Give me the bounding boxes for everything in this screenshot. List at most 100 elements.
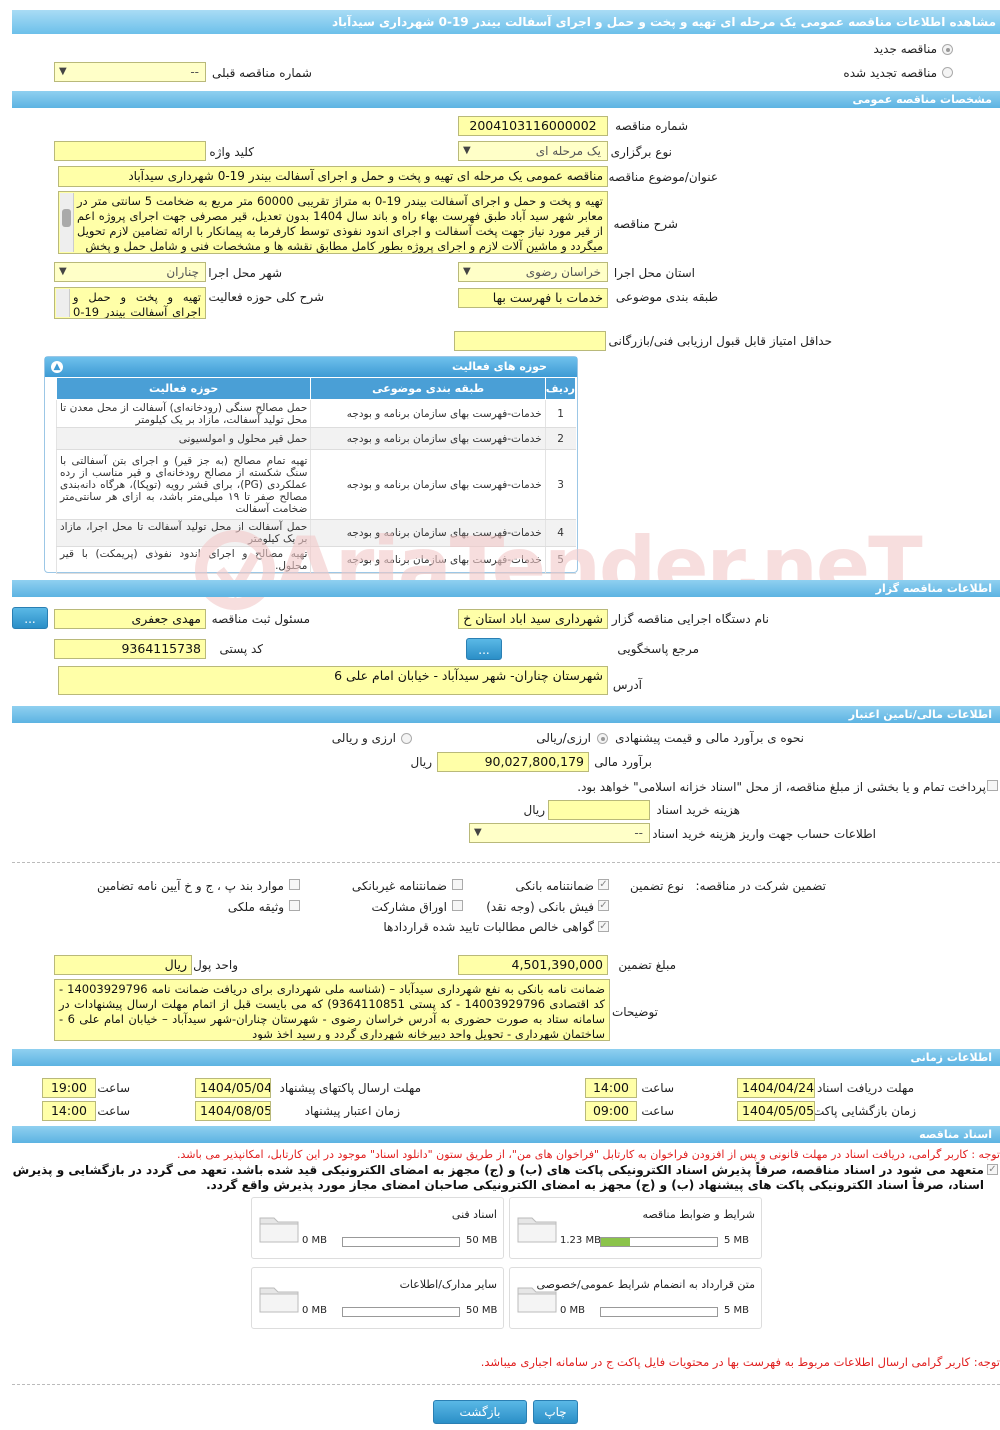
document-slot[interactable]: شرایط و ضوابط مناقصه 1.23 MB 5 MB	[509, 1197, 762, 1259]
currency-both-radio[interactable]	[401, 733, 412, 744]
row-activity-cell: تهیه تمام مصالح (به جز قیر) و اجرای بتن …	[55, 449, 311, 520]
chevron-down-icon: ▼	[59, 266, 67, 277]
col-category-header: طبقه بندی موضوعی	[310, 377, 546, 400]
chevron-down-icon: ▼	[59, 66, 67, 77]
responsible-label: مسئول ثبت مناقصه	[211, 612, 310, 626]
address-field[interactable]: شهرستان چناران- شهر سیدآباد - خیابان اما…	[58, 666, 608, 695]
account-info-value: --	[634, 826, 643, 840]
guarantee-opt-5-label: وثیقه ملکی	[227, 900, 284, 914]
document-slot[interactable]: اسناد فنی 0 MB 50 MB	[251, 1197, 504, 1259]
submit-deadline-date[interactable]: 1404/05/04	[195, 1078, 271, 1098]
city-select[interactable]: چناران ▼	[54, 262, 206, 282]
holding-type-label: نوع برگزاری	[610, 145, 672, 159]
min-score-field[interactable]	[454, 331, 606, 351]
currency-unit-field[interactable]: ریال	[54, 955, 192, 975]
province-select[interactable]: خراسان رضوی ▼	[458, 262, 608, 282]
folder-icon[interactable]	[516, 1282, 558, 1314]
description-text: تهیه و پخت و حمل و اجرای آسفالت بیندر 19…	[77, 194, 603, 253]
folder-icon[interactable]	[258, 1212, 300, 1244]
doc-receive-deadline-label: مهلت دریافت اسناد	[816, 1081, 914, 1095]
upload-progress-fill	[601, 1238, 630, 1246]
guarantee-opt-2-checkbox[interactable]	[289, 879, 300, 890]
price-list-note: توجه: کاربر گرامی ارسال اطلاعات مربوط به…	[480, 1355, 1000, 1369]
opening-date[interactable]: 1404/05/05	[737, 1101, 815, 1121]
currency-both-label: ارزی و ریالی	[331, 731, 396, 745]
table-row: 3 خدمات-فهرست بهای سازمان برنامه و بودجه ت…	[55, 449, 576, 520]
postal-code-label: کد پستی	[219, 642, 264, 656]
upload-progress-bar	[600, 1237, 718, 1247]
city-value: چناران	[166, 265, 199, 279]
keyword-field[interactable]	[54, 141, 206, 161]
print-button[interactable]: چاپ	[533, 1400, 578, 1424]
folder-icon[interactable]	[258, 1282, 300, 1314]
validity-time-label: ساعت	[97, 1104, 130, 1118]
org-name-field[interactable]: شهرداری سید اباد استان خ	[458, 609, 608, 629]
guarantee-opt-5-checkbox[interactable]	[289, 900, 300, 911]
budget-field[interactable]: 90,027,800,179	[437, 752, 589, 772]
validity-time[interactable]: 14:00	[42, 1101, 96, 1121]
doc-fee-field[interactable]	[548, 800, 650, 820]
document-slot[interactable]: سایر مدارک/اطلاعات 0 MB 50 MB	[251, 1267, 504, 1329]
row-activity-cell: حمل مصالح سنگی (رودخانه‌ای) آسفالت از مح…	[55, 399, 311, 428]
description-label: شرح مناقصه	[613, 217, 678, 231]
guarantee-amount-field[interactable]: 4,501,390,000	[458, 955, 608, 975]
islamic-treasury-checkbox[interactable]	[987, 780, 998, 791]
activity-desc-textarea[interactable]: تهیه و پخت و حمل و اجرای آسفالت بیندر 19…	[54, 287, 206, 319]
new-tender-radio[interactable]	[942, 44, 953, 55]
currency-rial-label: ارزی/ریالی	[536, 731, 591, 745]
reference-lookup-button[interactable]: ...	[466, 638, 502, 660]
guarantee-opt-0-checkbox[interactable]: ✓	[598, 879, 609, 890]
guarantee-opt-4-checkbox[interactable]	[452, 900, 463, 911]
estimate-method-label: نحوه ی برآورد مالی و قیمت پیشنهادی	[615, 731, 804, 745]
responsible-lookup-button[interactable]: ...	[12, 607, 48, 629]
row-activity-cell: حمل قیر محلول و امولسیونی	[55, 427, 311, 450]
row-category-cell: خدمات-فهرست بهای سازمان برنامه و بودجه	[310, 449, 546, 520]
currency-rial-radio[interactable]	[597, 733, 608, 744]
scrollbar[interactable]	[56, 289, 70, 317]
address-label: آدرس	[612, 678, 642, 692]
province-value: خراسان رضوی	[525, 265, 601, 279]
account-info-select[interactable]: -- ▼	[469, 823, 650, 843]
budget-unit: ریال	[410, 755, 432, 769]
city-label: شهر محل اجرا	[208, 266, 282, 280]
doc-receive-date[interactable]: 1404/04/24	[737, 1078, 815, 1098]
min-score-label: حداقل امتیاز قابل قبول ارزیابی فنی/بازرگ…	[608, 334, 832, 348]
guarantee-opt-6-checkbox[interactable]: ✓	[598, 921, 609, 932]
documents-section-header: اسناد مناقصه	[12, 1126, 1000, 1143]
islamic-treasury-label: پرداخت تمام و یا بخشی از مبلغ مناقصه، از…	[577, 780, 986, 794]
guarantee-opt-3-checkbox[interactable]: ✓	[598, 900, 609, 911]
folder-icon[interactable]	[516, 1212, 558, 1244]
holding-type-select[interactable]: یک مرحله ای ▼	[458, 141, 608, 161]
table-row: 2 خدمات-فهرست بهای سازمان برنامه و بودجه ح…	[55, 427, 576, 450]
validity-date[interactable]: 1404/08/05	[195, 1101, 271, 1121]
commit-checkbox[interactable]: ✓	[987, 1164, 998, 1175]
doc-receive-time[interactable]: 14:00	[585, 1078, 637, 1098]
opening-time[interactable]: 09:00	[585, 1101, 637, 1121]
description-textarea[interactable]: تهیه و پخت و حمل و اجرای آسفالت بیندر 19…	[58, 191, 608, 254]
divider	[12, 1384, 1000, 1385]
notes-textarea[interactable]: ضمانت نامه بانکی به نفع شهرداری سیدآباد …	[54, 979, 610, 1041]
reference-label: مرجع پاسخگویی	[617, 642, 699, 656]
category-field[interactable]: خدمات با فهرست بها	[458, 288, 608, 308]
responsible-field[interactable]: مهدی جعفری	[54, 609, 206, 629]
prev-number-select[interactable]: -- ▼	[54, 62, 206, 82]
document-slot[interactable]: متن قرارداد به انضمام شرایط عمومی/خصوصی 0…	[509, 1267, 762, 1329]
document-max-size: 50 MB	[466, 1235, 498, 1246]
new-tender-label: مناقصه جدید	[873, 42, 937, 56]
activity-desc-label: شرح کلی حوزه فعالیت	[208, 290, 325, 304]
col-row-header: ردیف	[544, 377, 577, 400]
subject-field[interactable]: مناقصه عمومی یک مرحله ای تهیه و پخت و حم…	[58, 166, 608, 187]
chevron-down-icon: ▼	[463, 145, 471, 156]
category-label: طبقه بندی موضوعی	[615, 290, 718, 304]
back-button[interactable]: بازگشت	[433, 1400, 527, 1424]
tender-number-field[interactable]: 2004103116000002	[458, 116, 608, 136]
scrollbar-thumb[interactable]	[62, 209, 71, 227]
collapse-icon[interactable]: ▲	[51, 361, 63, 373]
watermark-text: AriaTender.neT	[275, 520, 923, 613]
postal-code-field[interactable]: 9364115738	[54, 639, 206, 659]
guarantee-opt-1-checkbox[interactable]	[452, 879, 463, 890]
submit-deadline-time[interactable]: 19:00	[42, 1078, 96, 1098]
renewed-tender-radio[interactable]	[942, 67, 953, 78]
scrollbar[interactable]	[60, 193, 74, 252]
divider	[12, 862, 1000, 863]
